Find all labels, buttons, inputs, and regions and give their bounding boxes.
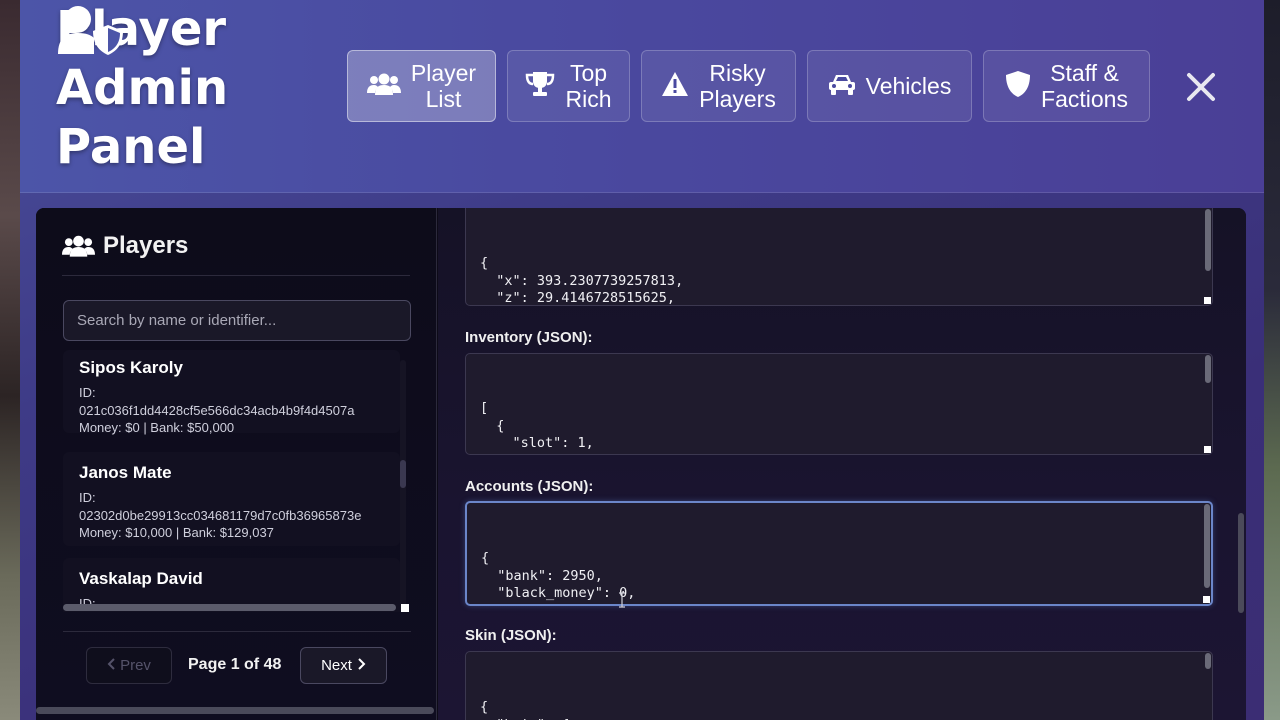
tab-label: Top Rich xyxy=(565,60,612,112)
players-sidebar: Players Sipos Karoly ID: 021c036f1dd4428… xyxy=(36,208,437,720)
scroll-corner xyxy=(401,604,409,612)
inventory-json-text: [ { "slot": 1, "count": 7000, "name": "m… xyxy=(480,400,626,454)
prev-button[interactable]: Prev xyxy=(86,647,172,684)
player-detail: { "x": 393.2307739257813, "z": 29.414672… xyxy=(438,208,1246,720)
position-json-text: { "x": 393.2307739257813, "z": 29.414672… xyxy=(480,255,684,306)
content-area: Players Sipos Karoly ID: 021c036f1dd4428… xyxy=(36,208,1246,720)
player-list: Sipos Karoly ID: 021c036f1dd4428cf5e566d… xyxy=(63,350,400,612)
users-icon xyxy=(366,72,401,101)
position-json-field[interactable]: { "x": 393.2307739257813, "z": 29.414672… xyxy=(465,208,1213,306)
player-id: 02302d0be29913cc034681179d7c0fb36965873e xyxy=(79,507,362,523)
player-money: Money: $0 | Bank: $50,000 xyxy=(79,420,235,435)
sidebar-hscrollbar[interactable] xyxy=(36,707,434,714)
player-card[interactable]: Sipos Karoly ID: 021c036f1dd4428cf5e566d… xyxy=(63,350,400,435)
inventory-json-field[interactable]: [ { "slot": 1, "count": 7000, "name": "m… xyxy=(465,353,1213,455)
search-input[interactable] xyxy=(63,300,411,341)
player-name: Janos Mate xyxy=(79,463,172,482)
skin-json-field[interactable]: { "hair": { "texture": 0, xyxy=(465,651,1213,720)
textarea-scrollbar[interactable] xyxy=(1205,653,1211,669)
next-button[interactable]: Next xyxy=(300,647,387,684)
close-button[interactable] xyxy=(1184,70,1218,104)
shield-icon xyxy=(1005,70,1031,103)
textarea-scrollbar[interactable] xyxy=(1204,504,1210,588)
scrollbar-thumb[interactable] xyxy=(400,460,406,488)
users-icon xyxy=(62,230,95,263)
divider xyxy=(63,631,411,632)
tab-risky-players[interactable]: Risky Players xyxy=(641,50,796,122)
player-id-label: ID: xyxy=(79,490,96,505)
tab-label: Staff & Factions xyxy=(1041,60,1128,112)
close-icon xyxy=(1184,73,1218,108)
chevron-right-icon xyxy=(357,657,366,674)
resize-handle[interactable] xyxy=(1204,446,1211,453)
tab-vehicles[interactable]: Vehicles xyxy=(807,50,972,122)
next-label: Next xyxy=(321,657,352,674)
player-id-label: ID: xyxy=(79,385,96,400)
tab-player-list[interactable]: Player List xyxy=(347,50,496,122)
player-id: 021c036f1dd4428cf5e566dc34acb4b9f4d4507a xyxy=(79,402,355,418)
panel-header: Player Admin Panel Player List Top Rich … xyxy=(20,0,1264,193)
page-indicator: Page 1 of 48 xyxy=(188,656,282,673)
car-icon xyxy=(828,72,856,101)
players-header: Players xyxy=(62,230,410,276)
user-shield-icon xyxy=(56,4,126,56)
inventory-label: Inventory (JSON): xyxy=(465,329,593,346)
panel-title-block: Player Admin Panel xyxy=(56,0,346,177)
player-list-scrollbar[interactable] xyxy=(400,360,406,612)
text-cursor-icon xyxy=(618,592,626,608)
tab-label: Player List xyxy=(410,60,477,112)
prev-label: Prev xyxy=(120,657,151,674)
player-card[interactable]: Janos Mate ID: 02302d0be29913cc034681179… xyxy=(63,452,400,546)
resize-handle[interactable] xyxy=(1203,596,1210,603)
player-name: Vaskalap David xyxy=(79,569,203,588)
accounts-json-text: { "bank": 2950, "black_money": 0, "money… xyxy=(481,550,636,604)
skin-json-text: { "hair": { "texture": 0, xyxy=(480,699,569,720)
warning-icon xyxy=(661,71,689,102)
player-name: Sipos Karoly xyxy=(79,358,183,377)
skin-label: Skin (JSON): xyxy=(465,627,557,644)
textarea-scrollbar[interactable] xyxy=(1205,355,1211,383)
game-background-left xyxy=(0,0,22,720)
players-title: Players xyxy=(103,232,189,259)
tab-top-rich[interactable]: Top Rich xyxy=(507,50,630,122)
player-list-hscrollbar[interactable] xyxy=(63,604,396,611)
chevron-left-icon xyxy=(107,657,116,674)
game-background-right xyxy=(1262,0,1280,720)
textarea-scrollbar[interactable] xyxy=(1205,209,1211,271)
accounts-label: Accounts (JSON): xyxy=(465,478,594,495)
tab-label: Vehicles xyxy=(865,73,952,99)
admin-panel: Player Admin Panel Player List Top Rich … xyxy=(20,0,1264,720)
player-money: Money: $10,000 | Bank: $129,037 xyxy=(79,525,274,540)
detail-scrollbar[interactable] xyxy=(1238,513,1244,613)
resize-handle[interactable] xyxy=(1204,297,1211,304)
tab-staff-factions[interactable]: Staff & Factions xyxy=(983,50,1150,122)
trophy-icon xyxy=(525,71,555,102)
accounts-json-field[interactable]: { "bank": 2950, "black_money": 0, "money… xyxy=(465,501,1213,606)
tab-label: Risky Players xyxy=(699,60,776,112)
